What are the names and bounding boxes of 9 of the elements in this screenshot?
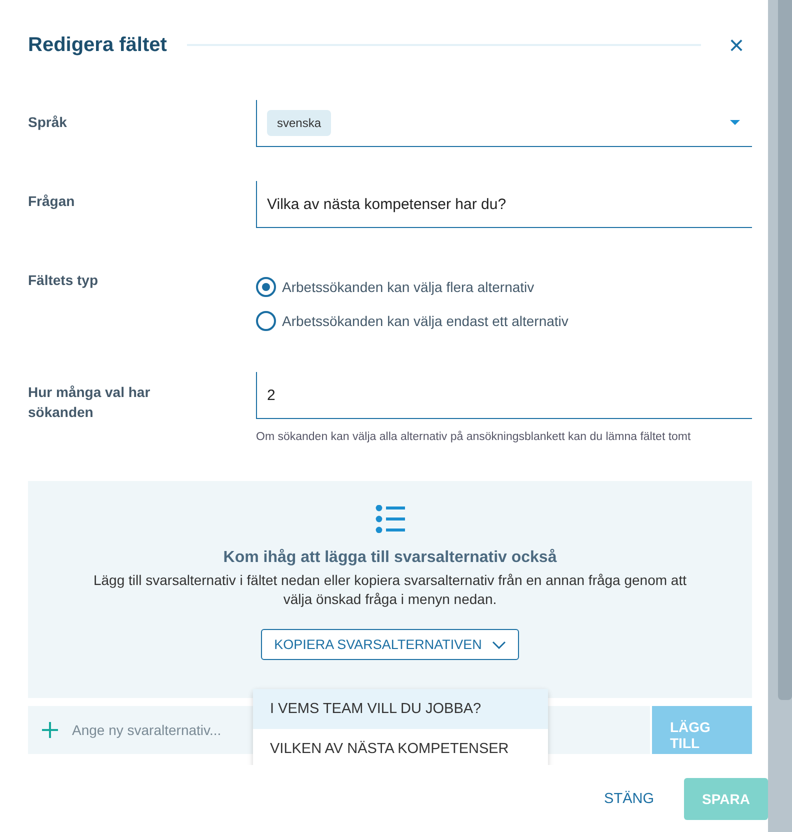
field-label: Hur många val har sökanden	[28, 383, 152, 422]
field-label: Fältets typ	[28, 271, 100, 290]
language-chip: svenska	[267, 110, 332, 136]
help-text: Om sökanden kan välja alla alternativ på ansökningsblankett kan du lämna fältet tomt	[256, 430, 692, 445]
field-label: Språk	[28, 113, 68, 132]
reminder-text: Lägg till svarsalternativ i fältet nedan eller kopiera svarsalternativ från en annan fråga genom att välja önskad fråga i menyn nedan.	[92, 571, 688, 609]
field-label: Frågan	[28, 192, 76, 211]
dialog-title: Redigera fältet	[28, 34, 167, 56]
reminder-title: Kom ihåg att lägga till svarsalternativ också	[223, 549, 557, 567]
